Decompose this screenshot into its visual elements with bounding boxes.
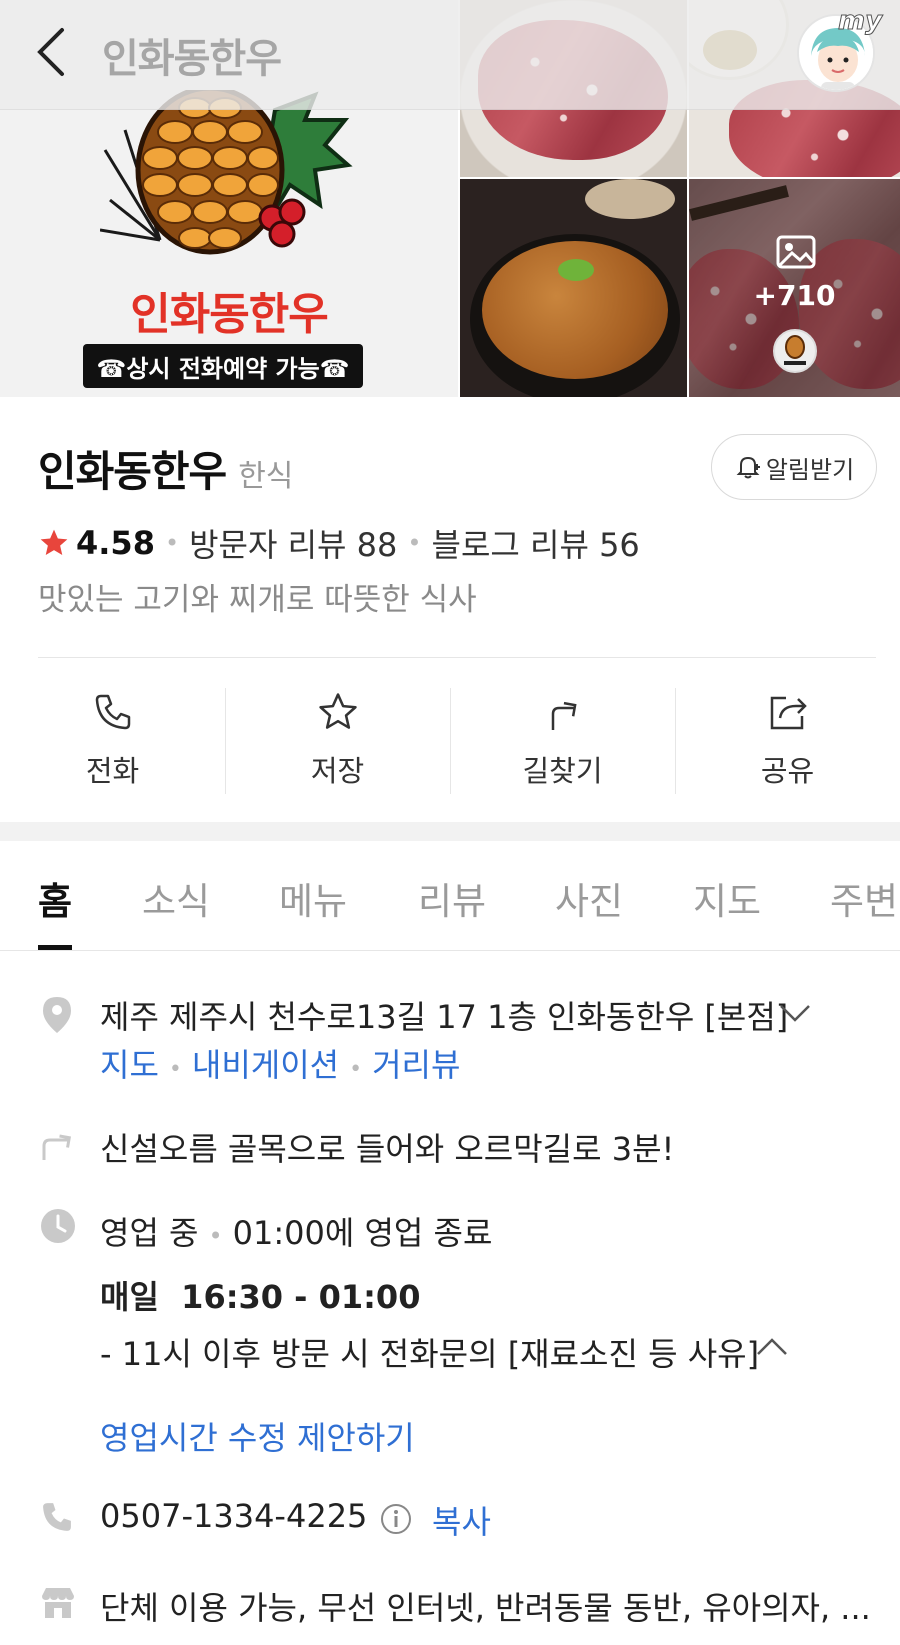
separator-dot: • (208, 1222, 223, 1250)
navigation-link[interactable]: 내비게이션 (192, 1046, 339, 1084)
copy-phone-button[interactable]: 복사 (432, 1497, 491, 1543)
share-icon (770, 696, 807, 730)
place-description: 맛있는 고기와 찌개로 따뜻한 식사 (38, 582, 477, 618)
star-icon (318, 693, 357, 729)
image-icon (776, 235, 816, 273)
blog-reviews-link[interactable]: 블로그 리뷰 56 (432, 520, 640, 566)
photo-fried-rice[interactable] (460, 179, 687, 397)
alarm-label: 알림받기 (765, 455, 855, 484)
hours-day: 매일 (100, 1278, 159, 1316)
directions-arrow-icon (40, 1126, 74, 1166)
save-label: 저장 (310, 754, 365, 788)
tab-home[interactable]: 홈 (38, 871, 72, 925)
street-view-link[interactable]: 거리뷰 (372, 1046, 460, 1084)
back-button[interactable] (32, 24, 72, 80)
share-label: 공유 (760, 754, 815, 788)
star-filled-icon (40, 529, 68, 555)
phone-number: 0507-1334-4225 (100, 1497, 368, 1535)
section-spacer (0, 822, 900, 841)
logo-brand-name: 인화동한우 (130, 289, 328, 340)
hours-status-row: 영업 중 • 01:00에 영업 종료 (100, 1208, 492, 1254)
action-bar: 전화 저장 길찾기 공유 (0, 672, 900, 822)
place-title-row: 인화동한우 한식 (38, 438, 293, 499)
call-button[interactable]: 전화 (0, 672, 225, 822)
chevron-up-icon (757, 1338, 787, 1355)
my-label: my (837, 6, 883, 37)
pinecone-logo (99, 85, 370, 270)
active-tab-indicator (38, 945, 72, 950)
directions-text: 신설오름 골목으로 들어와 오르막길로 3분! (100, 1130, 675, 1168)
hours-edit-link[interactable]: 영업시간 수정 제안하기 (100, 1413, 415, 1459)
store-icon (40, 1586, 76, 1622)
top-bar: 인화동한우 my (0, 0, 900, 110)
tab-reviews[interactable]: 리뷰 (418, 871, 486, 925)
logo-reservation-banner: ☎상시 전화예약 가능☎ (83, 344, 363, 388)
phone-icon (95, 694, 130, 730)
collapse-hours-button[interactable] (755, 1336, 789, 1362)
location-pin-icon (40, 995, 74, 1039)
place-name: 인화동한우 (38, 447, 227, 496)
hours-note: - 11시 이후 방문 시 전화문의 [재료소진 등 사유] (100, 1335, 760, 1373)
photo-more[interactable]: +710 (689, 179, 900, 397)
hours-status: 영업 중 (100, 1214, 199, 1252)
chevron-left-icon (37, 28, 64, 76)
hours-close: 01:00에 영업 종료 (232, 1214, 493, 1252)
call-label: 전화 (85, 754, 140, 788)
tab-photos[interactable]: 사진 (555, 871, 623, 925)
info-icon[interactable] (380, 1503, 412, 1539)
separator-dot: • (164, 529, 180, 557)
directions-label: 길찾기 (522, 754, 603, 788)
page-title: 인화동한우 (102, 36, 282, 82)
place-category: 한식 (238, 459, 294, 494)
separator-dot: • (168, 1057, 182, 1082)
address-text: 제주 제주시 천수로13길 17 1층 인화동한우 [본점] (100, 998, 789, 1036)
clock-icon (40, 1208, 76, 1248)
directions-button[interactable]: 길찾기 (450, 672, 675, 822)
separator-dot: • (349, 1057, 363, 1082)
more-photos-count: +710 (753, 279, 836, 312)
amenities-text: 단체 이용 가능, 무선 인터넷, 반려동물 동반, 유아의자, ... (100, 1589, 871, 1627)
tab-menu[interactable]: 메뉴 (279, 871, 347, 925)
save-button[interactable]: 저장 (225, 672, 450, 822)
divider (38, 657, 876, 658)
directions-icon (551, 701, 577, 730)
hours-schedule: 매일 16:30 - 01:00 (100, 1272, 420, 1318)
share-button[interactable]: 공유 (675, 672, 900, 822)
hours-time: 16:30 - 01:00 (181, 1278, 421, 1316)
chevron-down-icon (780, 1005, 810, 1022)
phone-icon (40, 1500, 74, 1538)
rating-row: 4.58 • 방문자 리뷰 88 • 블로그 리뷰 56 (38, 520, 640, 566)
alarm-button[interactable]: 알림받기 (711, 434, 877, 500)
expand-address-button[interactable] (778, 1002, 812, 1028)
visitor-reviews-link[interactable]: 방문자 리뷰 88 (189, 520, 397, 566)
address-links: 지도 • 내비게이션 • 거리뷰 (100, 1040, 460, 1086)
tab-bar: 홈 소식 메뉴 리뷰 사진 지도 주변 (0, 841, 900, 951)
separator-dot: • (407, 529, 422, 557)
rating-value: 4.58 (76, 524, 155, 562)
mini-logo (773, 329, 817, 373)
tab-nearby[interactable]: 주변 (830, 871, 898, 925)
tab-news[interactable]: 소식 (142, 871, 210, 925)
tab-map[interactable]: 지도 (693, 871, 761, 925)
photo-gallery[interactable]: 인화동한우 ☎상시 전화예약 가능☎ +710 인화동한우 my (0, 0, 900, 397)
bell-plus-icon (736, 456, 760, 479)
map-link[interactable]: 지도 (100, 1046, 159, 1084)
